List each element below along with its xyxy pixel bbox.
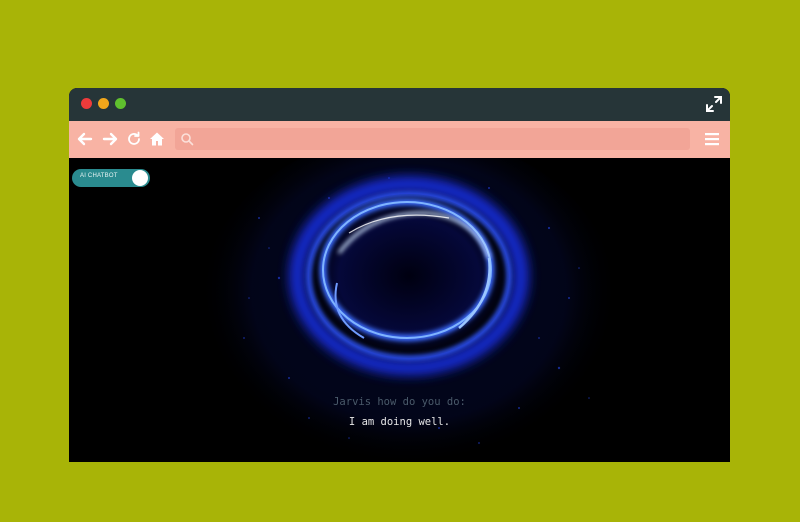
- fullscreen-icon[interactable]: [706, 96, 722, 112]
- ai-chatbot-toggle[interactable]: AI CHATBOT: [72, 169, 150, 187]
- page-content: AI CHATBOT Jarvis how do you do: I am do…: [69, 158, 730, 462]
- minimize-window-button[interactable]: [98, 98, 109, 109]
- ai-chatbot-toggle-label: AI CHATBOT: [80, 173, 118, 179]
- home-icon[interactable]: [149, 131, 165, 147]
- browser-toolbar: [69, 121, 730, 158]
- search-icon: [181, 133, 194, 146]
- user-prompt-text: Jarvis how do you do:: [333, 396, 466, 408]
- reload-icon[interactable]: [126, 131, 142, 147]
- menu-icon[interactable]: [705, 132, 719, 146]
- title-bar: [69, 88, 730, 121]
- toggle-knob: [132, 170, 148, 186]
- close-window-button[interactable]: [81, 98, 92, 109]
- browser-window: AI CHATBOT Jarvis how do you do: I am do…: [69, 88, 730, 462]
- assistant-response-text: I am doing well.: [348, 416, 451, 428]
- maximize-window-button[interactable]: [115, 98, 126, 109]
- address-bar[interactable]: [175, 128, 690, 150]
- back-arrow-icon[interactable]: [77, 131, 93, 147]
- forward-arrow-icon[interactable]: [102, 131, 118, 147]
